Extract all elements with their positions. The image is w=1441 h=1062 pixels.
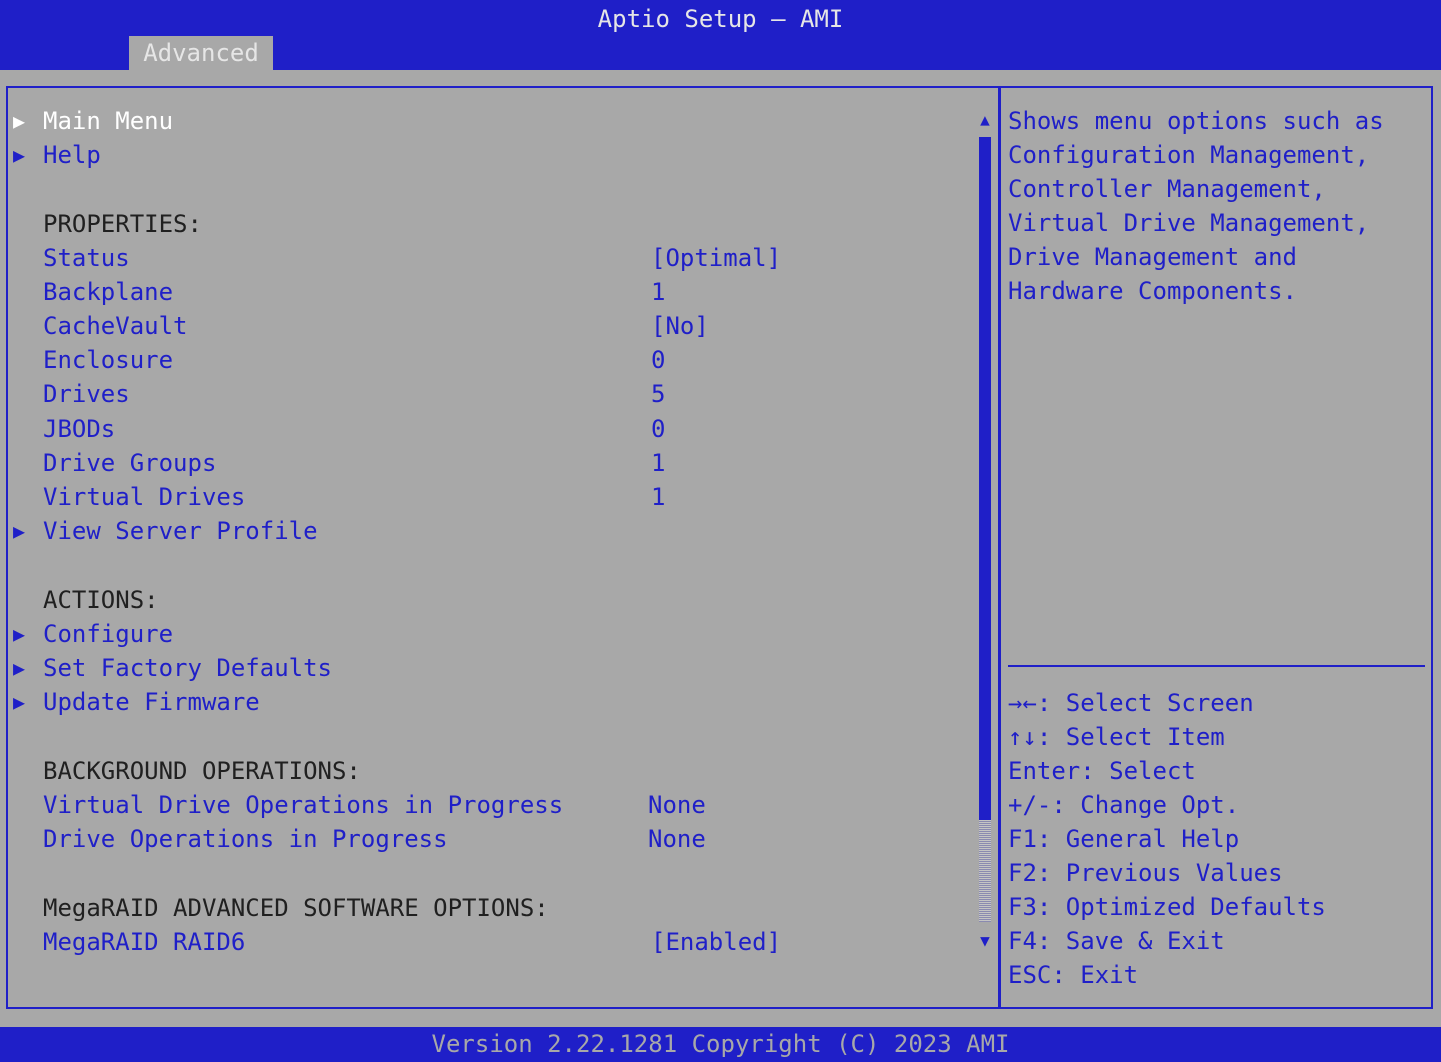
configure-item[interactable]: ▶ Configure bbox=[0, 617, 975, 651]
menu-label: Drive Groups bbox=[43, 449, 217, 477]
menu-label: Update Firmware bbox=[43, 688, 260, 716]
background-operations-heading: BACKGROUND OPERATIONS: bbox=[0, 754, 975, 788]
menu-label: Drive Operations in Progress bbox=[43, 825, 448, 853]
menu-label: CacheVault bbox=[43, 312, 188, 340]
status-row: Status [Optimal] bbox=[0, 241, 975, 275]
menu-value: [Optimal] bbox=[651, 244, 782, 272]
key-hint: →←: Select Screen bbox=[1008, 689, 1254, 717]
menu-label: JBODs bbox=[43, 415, 116, 443]
jbods-row: JBODs 0 bbox=[0, 412, 975, 446]
help-line: Virtual Drive Management, bbox=[1008, 209, 1370, 237]
menu-value: 0 bbox=[651, 346, 666, 374]
menu-label: Help bbox=[43, 141, 101, 169]
menu-label: Enclosure bbox=[43, 346, 174, 374]
backplane-row: Backplane 1 bbox=[0, 275, 975, 309]
menu-value[interactable]: [Enabled] bbox=[651, 925, 781, 959]
menu-label: Drives bbox=[43, 380, 130, 408]
key-hint: ESC: Exit bbox=[1008, 961, 1139, 989]
set-factory-defaults-item[interactable]: ▶ Set Factory Defaults bbox=[0, 651, 975, 685]
enclosure-row: Enclosure 0 bbox=[0, 343, 975, 377]
menu-value: None bbox=[648, 791, 706, 819]
menu-label: Backplane bbox=[43, 278, 174, 306]
window-title: Aptio Setup – AMI bbox=[597, 5, 844, 33]
help-panel: Shows menu options such as Configuration … bbox=[1008, 104, 1428, 308]
software-options-heading: MegaRAID ADVANCED SOFTWARE OPTIONS: bbox=[0, 891, 975, 925]
key-hint: F3: Optimized Defaults bbox=[1008, 893, 1326, 921]
help-line: Configuration Management, bbox=[1008, 141, 1370, 169]
drive-groups-row: Drive Groups 1 bbox=[0, 446, 975, 480]
drives-row: Drives 5 bbox=[0, 377, 975, 411]
submenu-arrow-icon: ▶ bbox=[13, 143, 26, 167]
menu-value: 0 bbox=[651, 415, 666, 443]
menu-label: Set Factory Defaults bbox=[43, 654, 332, 682]
menu-value: 1 bbox=[651, 278, 666, 306]
menu-label: BACKGROUND OPERATIONS: bbox=[43, 757, 361, 785]
submenu-arrow-icon: ▶ bbox=[13, 690, 26, 714]
scroll-up-icon[interactable]: ▲ bbox=[977, 110, 993, 130]
menu-value: None bbox=[648, 825, 706, 853]
view-server-profile-item[interactable]: ▶ View Server Profile bbox=[0, 514, 975, 548]
menu-label: Virtual Drive Operations in Progress bbox=[43, 791, 564, 819]
key-hint: F1: General Help bbox=[1008, 825, 1240, 853]
menu-label: Configure bbox=[43, 620, 174, 648]
cachevault-row: CacheVault [No] bbox=[0, 309, 975, 343]
key-hint: ↑↓: Select Item bbox=[1008, 723, 1225, 751]
menu-value: 1 bbox=[651, 483, 666, 511]
update-firmware-item[interactable]: ▶ Update Firmware bbox=[0, 685, 975, 719]
menu-label: Main Menu bbox=[43, 107, 174, 135]
vd-operations-row: Virtual Drive Operations in Progress None bbox=[0, 788, 975, 822]
help-line: Drive Management and bbox=[1008, 243, 1297, 271]
menu-label: ACTIONS: bbox=[43, 586, 159, 614]
menu-value: 5 bbox=[651, 380, 666, 408]
menu-label: Virtual Drives bbox=[43, 483, 246, 511]
key-hint: F4: Save & Exit bbox=[1008, 927, 1225, 955]
help-keys-divider bbox=[1008, 665, 1425, 667]
virtual-drives-row: Virtual Drives 1 bbox=[0, 480, 975, 514]
menu-label: MegaRAID ADVANCED SOFTWARE OPTIONS: bbox=[43, 894, 549, 922]
help-item[interactable]: ▶ Help bbox=[0, 138, 975, 172]
menu-label: Status bbox=[43, 244, 130, 272]
submenu-arrow-icon: ▶ bbox=[13, 622, 26, 646]
tab-advanced[interactable]: Advanced bbox=[129, 36, 273, 70]
key-hint: +/-: Change Opt. bbox=[1008, 791, 1240, 819]
actions-heading: ACTIONS: bbox=[0, 583, 975, 617]
menu-label: MegaRAID RAID6 bbox=[43, 928, 246, 956]
menu-value: [No] bbox=[651, 312, 709, 340]
help-line: Shows menu options such as bbox=[1008, 107, 1384, 135]
drive-operations-row: Drive Operations in Progress None bbox=[0, 822, 975, 856]
help-line: Controller Management, bbox=[1008, 175, 1326, 203]
footer-version: Version 2.22.1281 Copyright (C) 2023 AMI bbox=[0, 1027, 1441, 1062]
submenu-arrow-icon: ▶ bbox=[13, 656, 26, 680]
scroll-down-icon[interactable]: ▼ bbox=[977, 931, 993, 951]
scrollbar-thumb[interactable] bbox=[979, 137, 991, 820]
scrollbar-track[interactable] bbox=[979, 820, 991, 922]
title-bar: Aptio Setup – AMI Advanced bbox=[0, 0, 1441, 70]
menu-label: PROPERTIES: bbox=[43, 210, 202, 238]
key-hint: Enter: Select bbox=[1008, 757, 1196, 785]
panel-divider bbox=[998, 86, 1001, 1009]
properties-heading: PROPERTIES: bbox=[0, 207, 975, 241]
megaraid-raid6-row[interactable]: MegaRAID RAID6 [Enabled] bbox=[0, 925, 975, 959]
help-line: Hardware Components. bbox=[1008, 277, 1297, 305]
main-menu-item[interactable]: ▶ Main Menu bbox=[0, 104, 975, 138]
scrollbar[interactable] bbox=[979, 137, 991, 922]
menu-value: 1 bbox=[651, 449, 666, 477]
key-hint: F2: Previous Values bbox=[1008, 859, 1283, 887]
key-legend: →←: Select Screen ↑↓: Select Item Enter: S… bbox=[1008, 686, 1428, 992]
menu-label: View Server Profile bbox=[43, 517, 318, 545]
submenu-arrow-icon: ▶ bbox=[13, 519, 26, 543]
submenu-arrow-icon: ▶ bbox=[13, 109, 26, 133]
